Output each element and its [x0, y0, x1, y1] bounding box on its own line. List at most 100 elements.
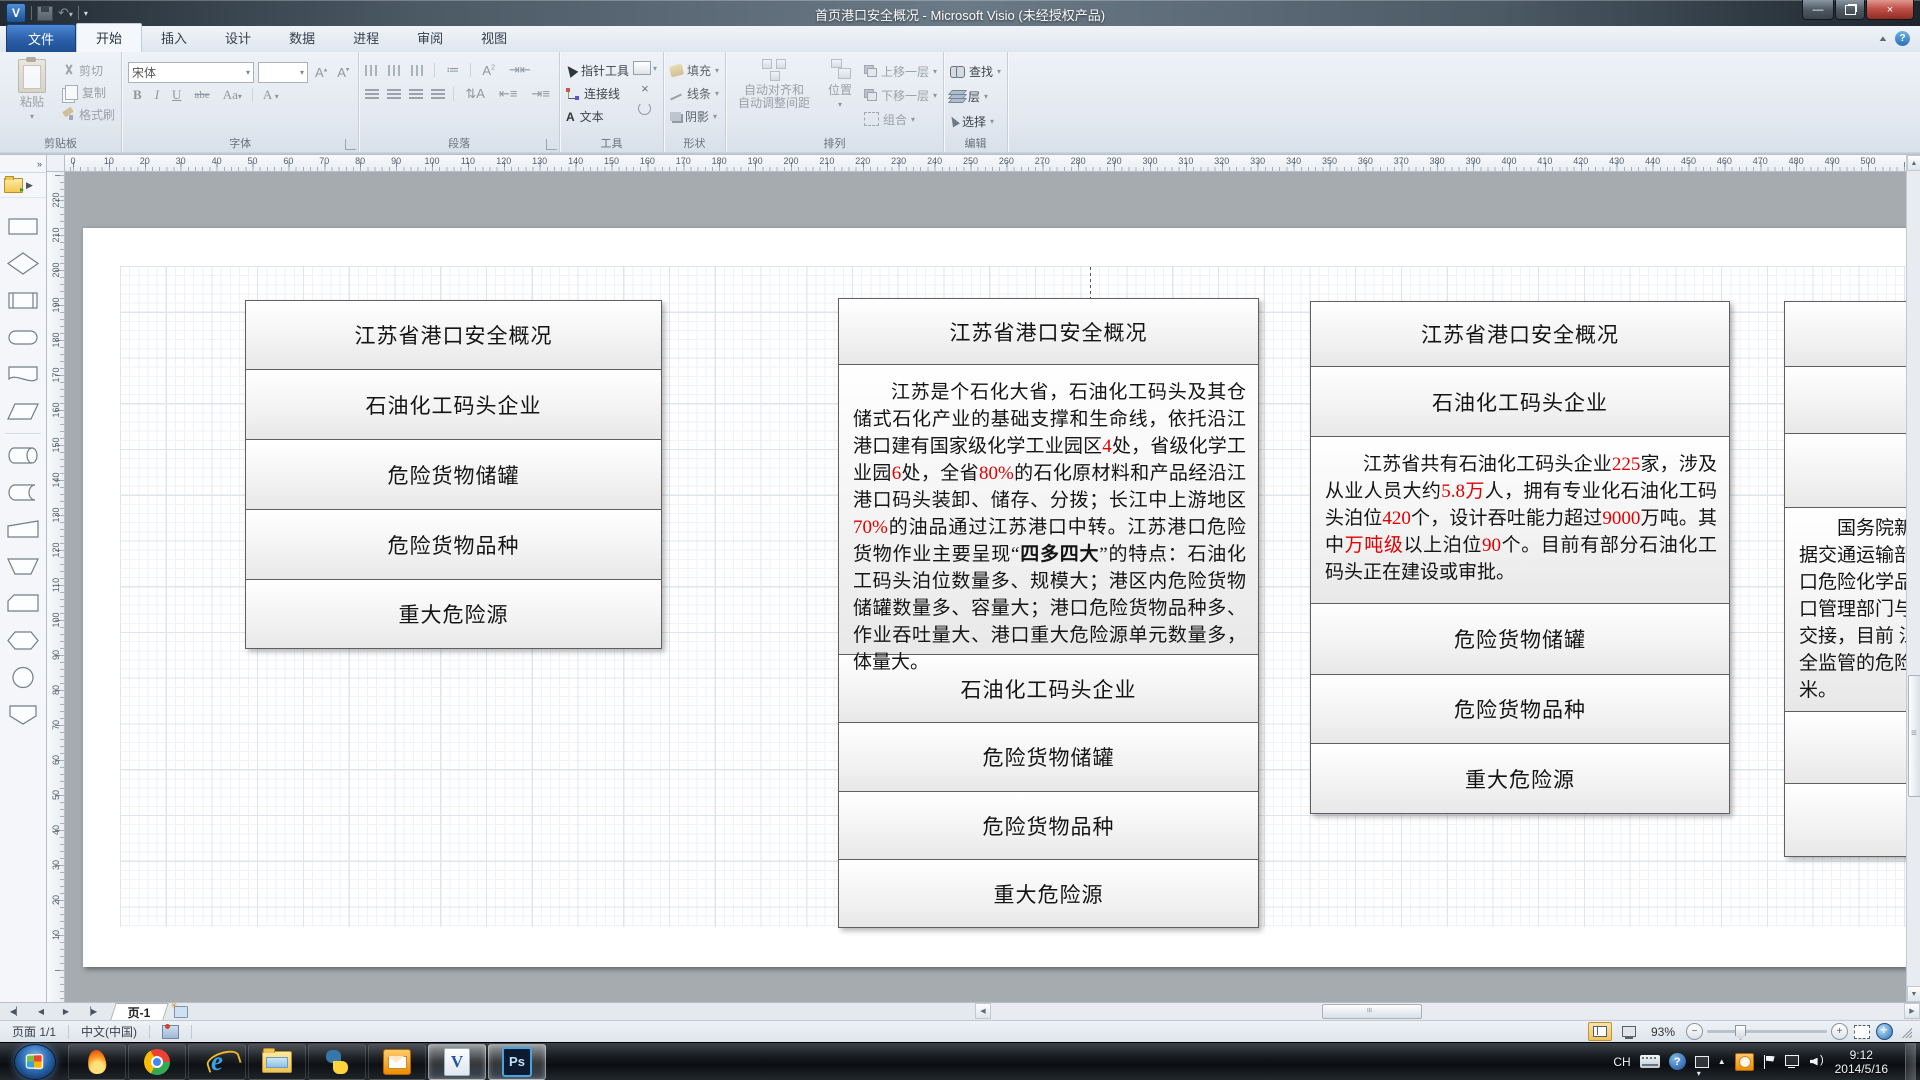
paragraph-dialog-launcher-icon[interactable] — [546, 139, 557, 150]
input-language-indicator[interactable]: CH — [1613, 1055, 1630, 1069]
stencil-shape-card[interactable] — [1, 585, 45, 622]
scroll-left-icon[interactable]: ◀ — [975, 1003, 991, 1019]
pan-zoom-icon[interactable] — [1876, 1023, 1893, 1040]
flow-item-box[interactable]: 江苏省港口安全概况 — [838, 298, 1259, 365]
taskbar-chrome-button[interactable] — [128, 1044, 186, 1080]
scroll-down-icon[interactable]: ▼ — [1907, 986, 1920, 1002]
send-backward-button[interactable]: 下移一层▾ — [864, 85, 937, 105]
shadow-button[interactable]: 阴影▾ — [670, 107, 719, 126]
paste-button[interactable]: 粘贴▾ — [6, 56, 58, 123]
flow-item-box[interactable]: 重大危险源 — [245, 580, 662, 649]
insert-page-button[interactable] — [166, 1003, 196, 1020]
bring-forward-button[interactable]: 上移一层▾ — [864, 61, 937, 81]
flow-empty-box[interactable] — [1784, 367, 1906, 434]
copy-button[interactable]: 复制 — [62, 82, 115, 102]
show-desktop-button[interactable] — [1905, 1043, 1916, 1080]
align-right-icon[interactable] — [409, 89, 423, 100]
tab-插入[interactable]: 插入 — [142, 24, 206, 52]
rectangle-tool-button[interactable]: ▾ — [633, 61, 657, 75]
strikethrough-icon[interactable]: abe — [191, 89, 212, 101]
flow-item-box[interactable]: 江苏省港口安全概况 — [1310, 301, 1730, 367]
superscript-icon[interactable]: A2 — [479, 63, 498, 78]
flow-item-box[interactable]: 危险货物储罐 — [245, 440, 662, 510]
align-top-icon[interactable] — [365, 65, 380, 76]
flow-empty-box[interactable] — [1784, 784, 1906, 857]
page-indicator[interactable]: 页面 1/1 — [0, 1021, 68, 1042]
zoom-track[interactable] — [1707, 1030, 1827, 1033]
scroll-right-icon[interactable]: ▶ — [1904, 1003, 1920, 1019]
taskbar-windows-explorer-button[interactable] — [248, 1044, 306, 1080]
tab-进程[interactable]: 进程 — [334, 24, 398, 52]
stencil-shape-rectangle[interactable] — [1, 208, 45, 245]
start-button[interactable] — [14, 1044, 56, 1080]
action-center-icon[interactable] — [1763, 1055, 1776, 1069]
language-indicator[interactable]: 中文(中国) — [69, 1021, 149, 1042]
fill-button[interactable]: 填充▾ — [670, 61, 719, 80]
horizontal-scroll-thumb[interactable] — [1322, 1004, 1422, 1019]
flow-item-box[interactable]: 危险货物储罐 — [1310, 604, 1730, 675]
format-painter-button[interactable]: 格式刷 — [62, 104, 115, 124]
flow-item-box[interactable]: 重大危险源 — [1310, 744, 1730, 814]
stencil-shape-document[interactable] — [1, 356, 45, 393]
stencil-shape-cylinder-horizontal[interactable] — [1, 437, 45, 474]
text-tool-button[interactable]: A文本 — [566, 107, 629, 126]
tab-设计[interactable]: 设计 — [206, 24, 270, 52]
minimize-button[interactable]: — — [1802, 0, 1834, 20]
minimize-ribbon-icon[interactable]: ▲ — [1877, 34, 1888, 43]
drawing-canvas[interactable]: 江苏省港口安全概况石油化工码头企业危险货物储罐危险货物品种重大危险源江苏省港口安… — [65, 172, 1906, 1002]
font-name-select[interactable]: 宋体▾ — [128, 62, 254, 83]
page-tab[interactable]: 页-1 — [110, 1003, 168, 1020]
zoom-slider[interactable]: − + — [1686, 1023, 1848, 1040]
line-button[interactable]: 线条▾ — [670, 84, 719, 103]
decrease-indent-icon[interactable]: ⇤≡ — [496, 86, 520, 102]
find-button[interactable]: 查找▾ — [950, 61, 1001, 81]
align-middle-icon[interactable] — [388, 65, 403, 76]
outlook-reminder-icon[interactable] — [1735, 1053, 1754, 1071]
increase-indent-icon[interactable]: ⇥≡ — [528, 86, 552, 102]
rotate-tool-icon[interactable] — [638, 102, 651, 115]
resize-grip-icon[interactable] — [1899, 1025, 1912, 1038]
group-button[interactable]: 组合▾ — [864, 109, 937, 129]
expand-stencil-icon[interactable]: » — [37, 159, 42, 169]
keyboard-icon[interactable] — [1640, 1055, 1660, 1068]
stencil-shape-diamond[interactable] — [1, 245, 45, 282]
last-page-icon[interactable]: ▕▶ — [79, 1007, 103, 1016]
drawing-page[interactable]: 江苏省港口安全概况石油化工码头企业危险货物储罐危险货物品种重大危险源江苏省港口安… — [83, 228, 1906, 967]
tab-审阅[interactable]: 审阅 — [398, 24, 462, 52]
fit-page-icon[interactable] — [1854, 1025, 1870, 1039]
horizontal-scrollbar[interactable]: ◀ ▶ — [975, 1003, 1920, 1019]
tab-数据[interactable]: 数据 — [270, 24, 334, 52]
cut-button[interactable]: 剪切 — [62, 60, 115, 80]
scroll-up-icon[interactable]: ▲ — [1907, 155, 1920, 171]
clock[interactable]: 9:12 2014/5/16 — [1835, 1048, 1888, 1076]
taskbar-photoshop-button[interactable]: Ps — [488, 1044, 546, 1080]
flow-item-box[interactable]: 危险货物品种 — [245, 510, 662, 580]
stencil-shape-pentagon-down[interactable] — [1, 696, 45, 733]
stencil-shape-circle[interactable] — [1, 659, 45, 696]
flow-text-box[interactable]: 国务院新《 据交通运输部和 口危险化学品安 口管理部门与安 交接，目前 江苏 全… — [1784, 508, 1906, 712]
network-icon[interactable] — [1785, 1055, 1801, 1068]
previous-page-icon[interactable]: ◀ — [29, 1007, 53, 1016]
bullets-icon[interactable]: ≔ — [443, 62, 462, 78]
flow-item-box[interactable]: 石油化工码头企业 — [245, 370, 662, 440]
stencil-shape-stadium[interactable] — [1, 319, 45, 356]
bold-icon[interactable]: B — [130, 87, 145, 103]
grow-font-icon[interactable]: A▴ — [312, 65, 330, 80]
layers-button[interactable]: 层▾ — [950, 86, 1001, 106]
stencil-shape-hexagon[interactable] — [1, 622, 45, 659]
flow-empty-box[interactable] — [1784, 712, 1906, 784]
shrink-font-icon[interactable]: A▾ — [334, 65, 352, 80]
flow-item-box[interactable]: 危险货物品种 — [838, 792, 1259, 860]
flow-text-box[interactable]: 江苏省共有石油化工码头企业225家，涉及从业人员大约5.8万人，拥有专业化石油化… — [1310, 437, 1730, 604]
align-center-icon[interactable] — [387, 89, 401, 100]
zoom-out-icon[interactable]: − — [1686, 1023, 1703, 1040]
taskbar-visio-button[interactable]: V — [428, 1044, 486, 1080]
font-color-icon[interactable]: A ▾ — [260, 87, 282, 103]
zoom-level[interactable]: 93% — [1646, 1025, 1680, 1039]
maximize-button[interactable] — [1835, 0, 1865, 20]
font-dialog-launcher-icon[interactable] — [345, 139, 356, 150]
align-bottom-icon[interactable] — [411, 65, 426, 76]
font-size-select[interactable]: ▾ — [258, 62, 308, 83]
stencil-shape-framed-rectangle[interactable] — [1, 282, 45, 319]
macro-record-button[interactable] — [150, 1021, 191, 1042]
